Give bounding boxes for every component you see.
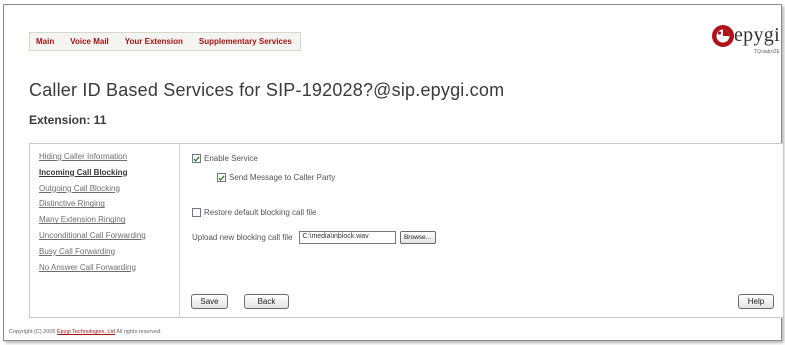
back-button[interactable]: Back xyxy=(244,294,289,309)
save-button[interactable]: Save xyxy=(191,294,228,309)
send-message-label: Send Message to Caller Party xyxy=(229,173,336,182)
upload-label: Upload new blocking call file xyxy=(192,233,293,242)
enable-service-label: Enable Service xyxy=(204,154,258,163)
extension-title: Extension: 11 xyxy=(29,113,107,127)
checkmark-icon xyxy=(218,174,225,181)
restore-default-checkbox[interactable] xyxy=(192,208,201,217)
nav-main[interactable]: Main xyxy=(36,37,54,46)
sidebar-item-hiding-caller-information[interactable]: Hiding Caller Information xyxy=(39,152,179,168)
sidebar-item-outgoing-call-blocking[interactable]: Outgoing Call Blocking xyxy=(39,184,179,200)
copyright-text: Copyright (C) 2005 xyxy=(9,329,56,335)
upload-row: Upload new blocking call file C:\media\i… xyxy=(192,231,436,244)
send-message-row: Send Message to Caller Party xyxy=(217,173,335,182)
nav-your-extension[interactable]: Your Extension xyxy=(125,37,183,46)
logo-model: TQuadro2E xyxy=(754,49,780,55)
upload-file-input[interactable]: C:\media\inblock.wav xyxy=(298,231,396,244)
epygi-logo: epygi TQuadro2E xyxy=(710,23,780,57)
settings-panel: Hiding Caller Information Incoming Call … xyxy=(29,143,784,318)
form-content: Enable Service Send Message to Caller Pa… xyxy=(188,144,778,317)
sidebar-item-unconditional-call-forwarding[interactable]: Unconditional Call Forwarding xyxy=(39,231,179,247)
checkmark-icon xyxy=(193,155,200,162)
logo-word: epygi xyxy=(734,24,780,46)
sidebar-item-many-extension-ringing[interactable]: Many Extension Ringing xyxy=(39,215,179,231)
epygi-technologies-link[interactable]: Epygi Technologies, Ltd xyxy=(57,329,115,335)
page-title: Caller ID Based Services for SIP-192028?… xyxy=(29,80,505,100)
sidebar-item-busy-call-forwarding[interactable]: Busy Call Forwarding xyxy=(39,247,179,263)
nav-supplementary-services[interactable]: Supplementary Services xyxy=(199,37,292,46)
services-sidebar: Hiding Caller Information Incoming Call … xyxy=(30,144,180,317)
restore-default-label: Restore default blocking call file xyxy=(204,208,317,217)
help-button[interactable]: Help xyxy=(738,294,774,309)
top-navigation: Main Voice Mail Your Extension Supplemen… xyxy=(29,32,301,51)
sidebar-item-distinctive-ringing[interactable]: Distinctive Ringing xyxy=(39,199,179,215)
sidebar-item-incoming-call-blocking[interactable]: Incoming Call Blocking xyxy=(39,168,179,184)
restore-default-row: Restore default blocking call file xyxy=(192,208,317,217)
send-message-checkbox[interactable] xyxy=(217,173,226,182)
page-frame: Main Voice Mail Your Extension Supplemen… xyxy=(3,4,784,341)
browse-button[interactable]: Browse... xyxy=(399,231,436,244)
sidebar-item-no-answer-call-forwarding[interactable]: No Answer Call Forwarding xyxy=(39,263,179,279)
enable-service-checkbox[interactable] xyxy=(192,154,201,163)
nav-voice-mail[interactable]: Voice Mail xyxy=(70,37,109,46)
enable-service-row: Enable Service xyxy=(192,154,258,163)
footer: Copyright (C) 2005 Epygi Technologies, L… xyxy=(9,329,162,335)
rights-text: All rights reserved. xyxy=(116,329,162,335)
logo-swirl-icon xyxy=(712,25,734,47)
